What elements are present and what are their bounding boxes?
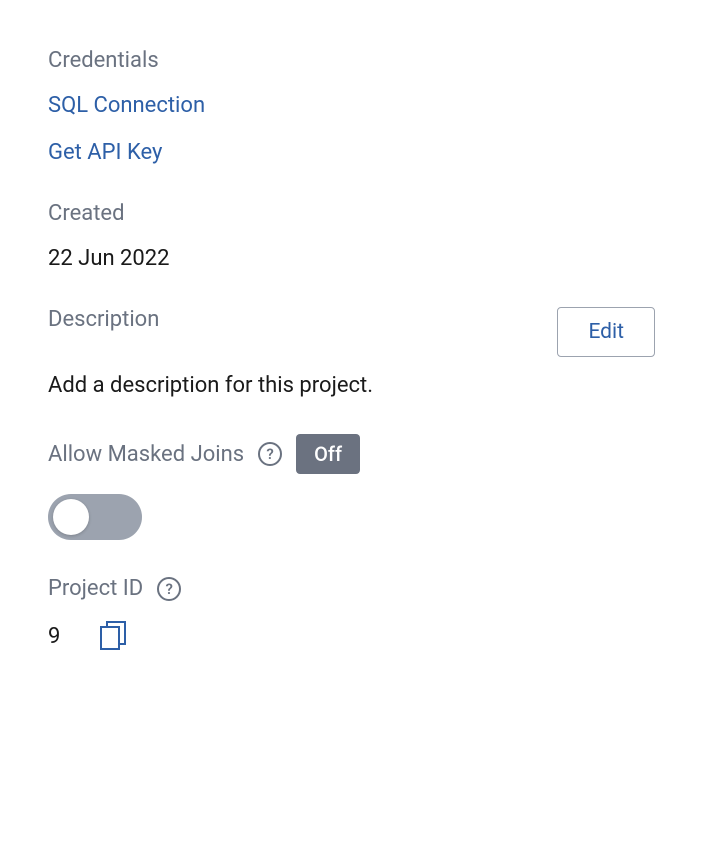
created-label: Created — [48, 201, 655, 226]
get-api-key-link[interactable]: Get API Key — [48, 140, 655, 165]
toggle-knob — [53, 499, 89, 535]
masked-joins-badge: Off — [296, 434, 360, 474]
masked-joins-toggle[interactable] — [48, 494, 142, 540]
credentials-section: Credentials SQL Connection Get API Key — [48, 48, 655, 165]
credentials-label: Credentials — [48, 48, 655, 73]
description-section: Description Edit Add a description for t… — [48, 307, 655, 398]
created-section: Created 22 Jun 2022 — [48, 201, 655, 271]
created-value: 22 Jun 2022 — [48, 246, 655, 271]
masked-joins-label: Allow Masked Joins — [48, 442, 244, 467]
edit-button[interactable]: Edit — [557, 307, 655, 357]
sql-connection-link[interactable]: SQL Connection — [48, 93, 655, 118]
copy-icon[interactable] — [100, 621, 126, 651]
help-icon[interactable] — [258, 442, 282, 466]
help-icon[interactable] — [157, 577, 181, 601]
description-placeholder: Add a description for this project. — [48, 373, 655, 398]
description-label: Description — [48, 307, 159, 332]
project-id-label: Project ID — [48, 576, 143, 601]
masked-joins-section: Allow Masked Joins Off — [48, 434, 655, 540]
project-id-value: 9 — [48, 624, 60, 649]
project-id-section: Project ID 9 — [48, 576, 655, 651]
